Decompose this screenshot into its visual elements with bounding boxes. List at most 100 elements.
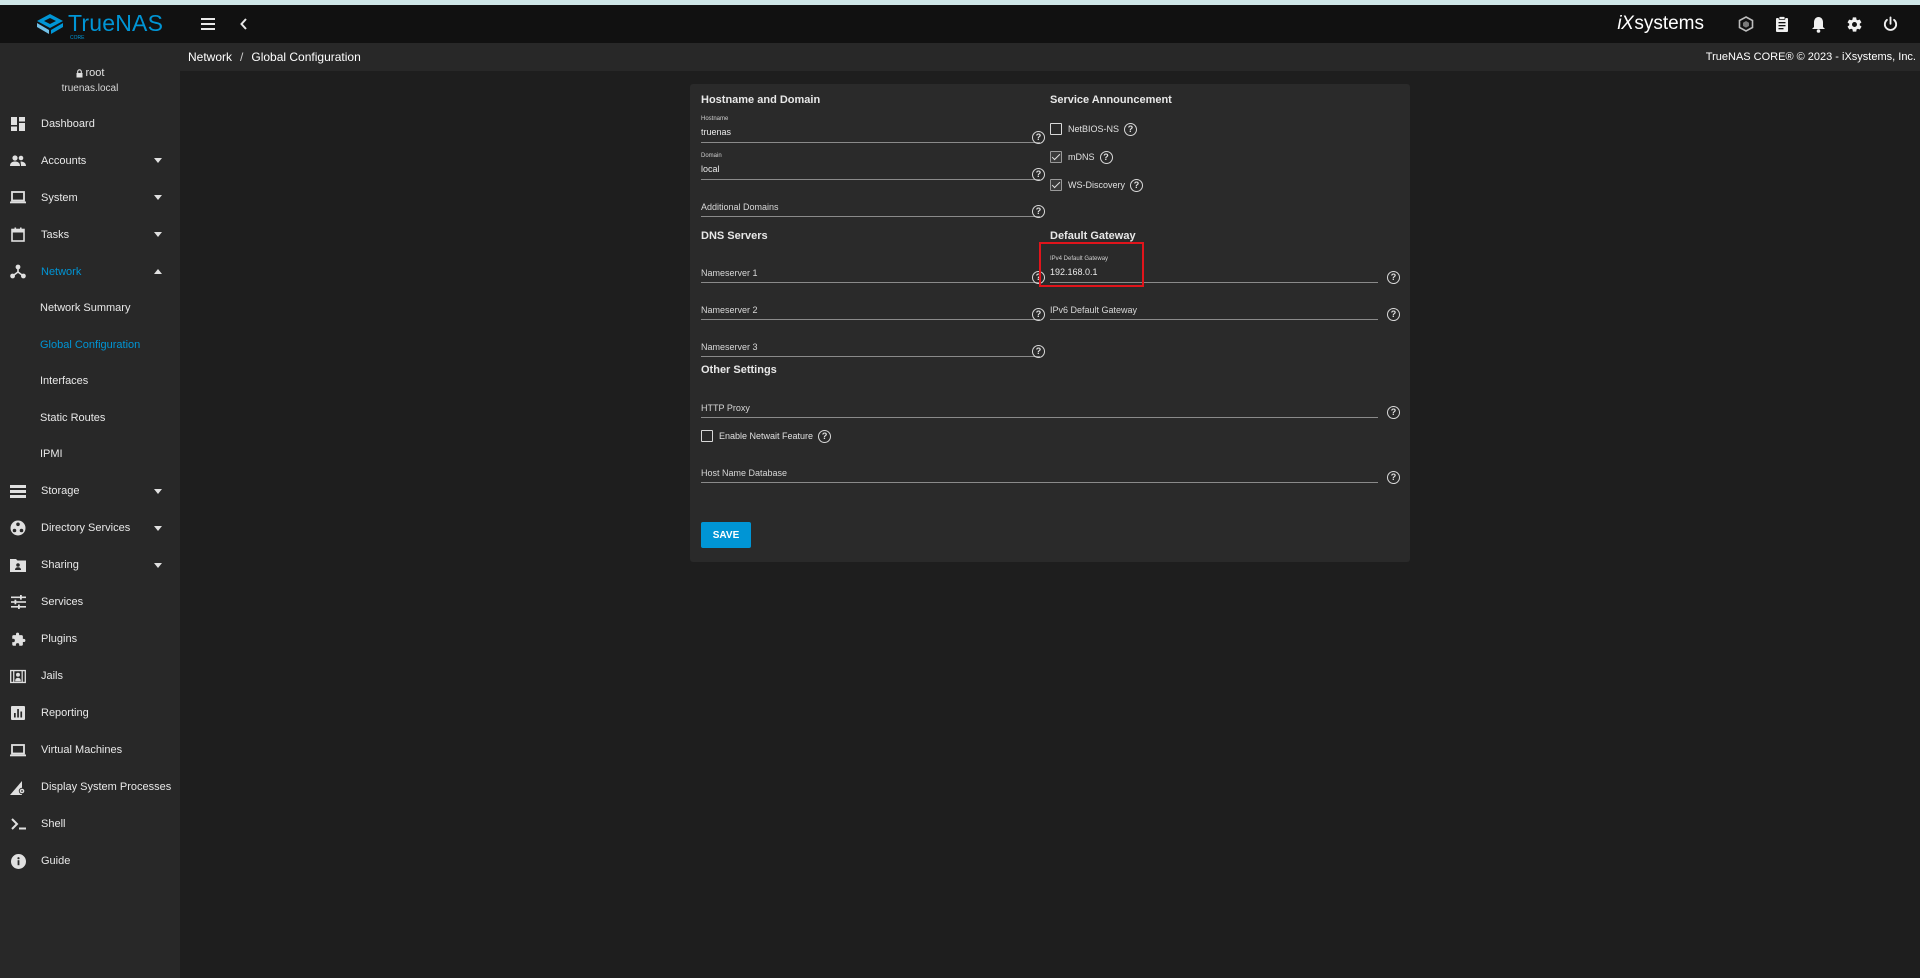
truecommand-button[interactable] — [1728, 10, 1764, 38]
info-icon — [10, 853, 26, 869]
tune-icon — [10, 595, 26, 609]
mdns-help-icon[interactable]: ? — [1099, 150, 1113, 164]
section-title-hostname-domain: Hostname and Domain — [701, 94, 821, 106]
ipv4-default-gateway-help-icon[interactable]: ? — [1387, 271, 1400, 284]
nameserver-3-help-icon[interactable]: ? — [1032, 345, 1045, 358]
sidebar-item-label: Interfaces — [40, 375, 89, 388]
power-button[interactable] — [1872, 10, 1908, 38]
sidebar-item-guide[interactable]: Guide — [0, 843, 180, 880]
http-proxy-field[interactable]: HTTP Proxy — [701, 388, 1378, 418]
sidebar-item-plugins[interactable]: Plugins — [0, 621, 180, 658]
sidebar-item-virtual-machines[interactable]: Virtual Machines — [0, 732, 180, 769]
nameserver-2-help-icon[interactable]: ? — [1032, 308, 1045, 321]
netbios-ns-checkbox[interactable] — [1050, 123, 1062, 135]
mdns-checkbox-row[interactable]: mDNS ? — [1050, 150, 1113, 164]
ipv6-default-gateway-help-icon[interactable]: ? — [1387, 308, 1400, 321]
sidebar-item-accounts[interactable]: Accounts — [0, 142, 180, 179]
chart-icon — [11, 706, 25, 720]
host-name-database-placeholder: Host Name Database — [701, 468, 788, 478]
sidebar-item-services[interactable]: Services — [0, 584, 180, 621]
sidebar-item-sharing[interactable]: Sharing — [0, 547, 180, 584]
sidebar-item-reporting[interactable]: Reporting — [0, 695, 180, 732]
domain-help-icon[interactable]: ? — [1032, 168, 1045, 181]
sidebar-item-label: Directory Services — [41, 522, 131, 534]
netbios-ns-help-icon[interactable]: ? — [1124, 122, 1138, 136]
lock-icon — [76, 68, 83, 77]
truenas-logo[interactable]: TrueNAS CORE — [0, 5, 180, 43]
power-icon — [1883, 15, 1897, 31]
netwait-help-icon[interactable]: ? — [818, 429, 832, 443]
chevron-down-icon — [154, 195, 162, 200]
sidebar-item-directory-services[interactable]: Directory Services — [0, 510, 180, 547]
section-title-other-settings: Other Settings — [701, 364, 777, 376]
sidebar-item-label: Dashboard — [41, 117, 95, 130]
alerts-button[interactable] — [1800, 10, 1836, 38]
sidebar-subitem-interfaces[interactable]: Interfaces — [0, 363, 180, 400]
terminal-icon — [10, 818, 26, 830]
sidebar-item-storage[interactable]: Storage — [0, 473, 180, 510]
nameserver-1-field[interactable]: Nameserver 1 — [701, 253, 1040, 283]
sidebar-item-jails[interactable]: Jails — [0, 658, 180, 695]
sidebar-item-label: System — [41, 191, 78, 204]
ws-discovery-checkbox-row[interactable]: WS-Discovery ? — [1050, 178, 1144, 192]
sidebar-item-label: Static Routes — [40, 411, 106, 424]
sidebar-item-shell[interactable]: Shell — [0, 806, 180, 843]
sidebar-item-dashboard[interactable]: Dashboard — [0, 105, 180, 142]
http-proxy-help-icon[interactable]: ? — [1387, 406, 1400, 419]
nameserver-3-field[interactable]: Nameserver 3 — [701, 327, 1040, 357]
domain-field[interactable]: Domain local — [701, 150, 1040, 180]
sidebar-item-label: Shell — [41, 818, 66, 830]
additional-domains-placeholder: Additional Domains — [701, 202, 779, 212]
ws-discovery-checkbox[interactable] — [1050, 179, 1062, 191]
host-name-database-help-icon[interactable]: ? — [1387, 471, 1400, 484]
breadcrumb-network[interactable]: Network — [188, 50, 232, 64]
sidebar-item-label: Virtual Machines — [41, 744, 123, 756]
hostname-help-icon[interactable]: ? — [1032, 131, 1045, 144]
sidebar-item-label: Storage — [41, 485, 80, 497]
save-button[interactable]: SAVE — [701, 522, 751, 548]
processes-icon — [10, 780, 26, 795]
brand-name: TrueNAS — [68, 9, 164, 36]
hostname-value: truenas — [701, 127, 732, 137]
nameserver-2-field[interactable]: Nameserver 2 — [701, 290, 1040, 320]
domain-value: local — [701, 164, 720, 174]
netwait-checkbox-row[interactable]: Enable Netwait Feature ? — [701, 429, 832, 443]
mdns-checkbox[interactable] — [1050, 151, 1062, 163]
people-icon — [10, 154, 26, 166]
ipv6-default-gateway-field[interactable]: IPv6 Default Gateway — [1050, 290, 1378, 320]
sidebar-item-display-system-processes[interactable]: Display System Processes — [0, 769, 180, 806]
highlight-box — [1039, 242, 1144, 287]
menu-toggle-button[interactable] — [194, 10, 222, 38]
sidebar-item-network[interactable]: Network — [0, 253, 180, 290]
storage-icon — [10, 484, 26, 498]
puzzle-icon — [11, 632, 25, 646]
bell-icon — [1811, 16, 1825, 33]
task-manager-button[interactable] — [1764, 10, 1800, 38]
domain-label: Domain — [701, 153, 722, 159]
sidebar-subitem-global-configuration[interactable]: Global Configuration — [0, 327, 180, 364]
chevron-down-icon — [154, 488, 162, 494]
sidebar-item-system[interactable]: System — [0, 179, 180, 216]
additional-domains-field[interactable]: Additional Domains — [701, 187, 1040, 217]
sidebar-subitem-network-summary[interactable]: Network Summary — [0, 290, 180, 327]
sidebar-item-label: Global Configuration — [40, 338, 141, 351]
host-name-database-field[interactable]: Host Name Database — [701, 453, 1378, 483]
http-proxy-placeholder: HTTP Proxy — [701, 403, 750, 413]
netbios-ns-label: NetBIOS-NS — [1068, 124, 1120, 134]
sidebar-subitem-ipmi[interactable]: IPMI — [0, 436, 180, 473]
sidebar-subitem-static-routes[interactable]: Static Routes — [0, 400, 180, 437]
hostname-field[interactable]: Hostname truenas — [701, 113, 1040, 143]
collapse-sidebar-button[interactable] — [230, 10, 258, 38]
ixsystems-logo[interactable]: iX systems — [1617, 13, 1704, 35]
ixsystems-logo-text: systems — [1634, 13, 1704, 34]
sidebar-item-tasks[interactable]: Tasks — [0, 216, 180, 253]
chevron-up-icon — [154, 269, 162, 274]
netwait-checkbox[interactable] — [701, 430, 713, 442]
settings-button[interactable] — [1836, 10, 1872, 38]
netbios-ns-checkbox-row[interactable]: NetBIOS-NS ? — [1050, 122, 1138, 136]
additional-domains-help-icon[interactable]: ? — [1032, 205, 1045, 218]
sidebar-item-label: Services — [41, 596, 84, 608]
jail-icon — [10, 669, 26, 683]
ixsystems-logo-mark: iX — [1617, 13, 1634, 34]
ws-discovery-help-icon[interactable]: ? — [1130, 178, 1144, 192]
